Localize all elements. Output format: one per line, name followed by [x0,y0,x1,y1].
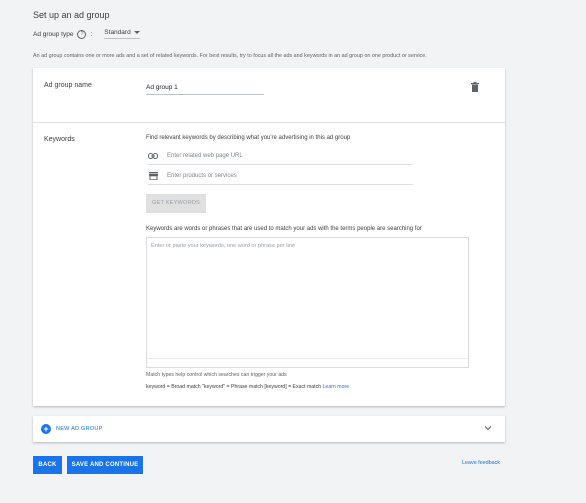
products-placeholder: Enter products or services [167,172,237,179]
keywords-description: Keywords are words or phrases that are u… [146,226,422,232]
page-title: Set up an ad group [33,10,110,20]
caret-down-icon [133,31,140,34]
store-icon [148,171,158,180]
ad-group-type-row: Ad group type ? : Standard [33,29,140,39]
plus-icon: + [41,424,51,434]
new-ad-group-label: NEW AD GROUP [56,426,103,432]
ad-group-card: Ad group name Ad group 1 Keywords Find r… [33,68,505,406]
get-keywords-button[interactable]: GET KEYWORDS [146,194,206,213]
keywords-textarea[interactable]: Enter or paste your keywords, one word o… [146,237,469,368]
keywords-label: Keywords [44,136,75,143]
section-divider [33,122,505,123]
back-button[interactable]: BACK [33,456,62,474]
trash-icon[interactable] [471,82,479,92]
leave-feedback-link[interactable]: Leave feedback [462,460,500,466]
match-types-help: Match types help control which searches … [146,372,287,378]
match-types-examples: keyword = Broad match "keyword" = Phrase… [146,384,349,390]
ad-group-name-input[interactable]: Ad group 1 [146,84,264,95]
textarea-underline [147,358,468,359]
ad-group-description: An ad group contains one or more ads and… [33,53,427,59]
ad-group-name-label: Ad group name [44,82,92,89]
related-url-placeholder: Enter related web page URL [167,152,243,159]
match-examples-text: keyword = Broad match "keyword" = Phrase… [146,384,322,390]
ad-group-type-select[interactable]: Standard [104,29,140,39]
learn-more-link[interactable]: Learn more [323,384,350,390]
help-icon[interactable]: ? [77,29,87,39]
keywords-hint: Find relevant keywords by describing wha… [146,135,351,141]
chevron-down-icon[interactable] [484,424,492,432]
related-url-input[interactable]: Enter related web page URL [148,152,413,165]
ad-group-type-label: Ad group type [33,30,74,38]
ad-group-type-value: Standard [104,29,131,36]
new-ad-group-panel[interactable]: + NEW AD GROUP [33,416,505,442]
products-input[interactable]: Enter products or services [148,171,413,185]
link-icon [148,152,158,159]
save-and-continue-button[interactable]: SAVE AND CONTINUE [67,456,143,474]
keywords-textarea-placeholder: Enter or paste your keywords, one word o… [151,243,295,249]
